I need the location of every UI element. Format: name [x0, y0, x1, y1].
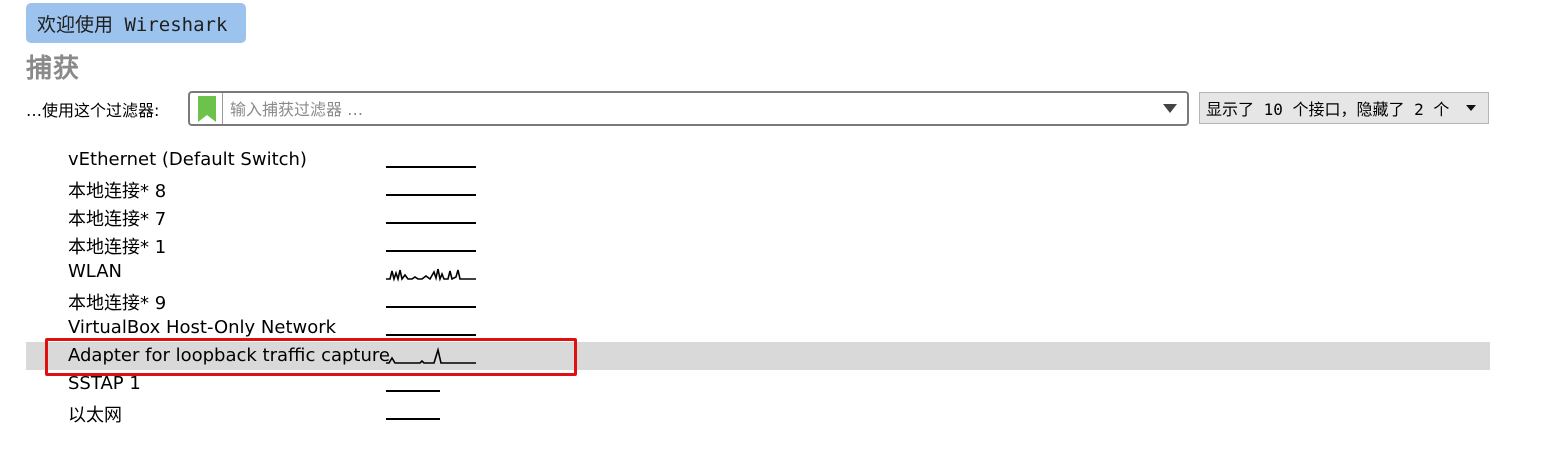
welcome-banner: 欢迎使用 Wireshark: [26, 3, 246, 43]
interface-name: SSTAP 1: [68, 373, 141, 394]
interface-row[interactable]: 本地连接* 1: [26, 230, 1490, 258]
traffic-sparkline: [386, 418, 440, 420]
traffic-sparkline: [386, 346, 476, 364]
capture-filter-box[interactable]: [188, 91, 1189, 126]
interface-visibility-label: 显示了 10 个接口，隐藏了 2 个: [1206, 100, 1450, 119]
interface-name: 本地连接* 9: [68, 293, 167, 314]
interface-name: 本地连接* 1: [68, 237, 167, 258]
chevron-down-icon[interactable]: [1163, 104, 1177, 113]
interface-row[interactable]: 本地连接* 7: [26, 202, 1490, 230]
traffic-sparkline: [386, 334, 476, 336]
interface-row[interactable]: 以太网: [26, 398, 1490, 426]
interface-name: 以太网: [68, 405, 122, 426]
filter-separator: [222, 93, 223, 124]
traffic-sparkline: [386, 268, 476, 282]
traffic-sparkline: [386, 194, 476, 196]
interface-row[interactable]: 本地连接* 8: [26, 174, 1490, 202]
caret-down-icon: [1466, 105, 1476, 111]
interface-name: Adapter for loopback traffic capture: [68, 345, 390, 366]
interface-name: vEthernet (Default Switch): [68, 149, 307, 170]
interface-row[interactable]: VirtualBox Host-Only Network: [26, 314, 1490, 342]
traffic-sparkline: [386, 222, 476, 224]
interface-row[interactable]: 本地连接* 9: [26, 286, 1490, 314]
interface-name: 本地连接* 7: [68, 209, 167, 230]
interface-row[interactable]: WLAN: [26, 258, 1490, 286]
traffic-sparkline: [386, 166, 476, 168]
traffic-sparkline: [386, 250, 476, 252]
traffic-sparkline: [386, 390, 440, 392]
interface-visibility-dropdown[interactable]: 显示了 10 个接口，隐藏了 2 个: [1199, 92, 1489, 124]
interface-row-selected[interactable]: Adapter for loopback traffic capture: [26, 342, 1490, 370]
interface-row[interactable]: SSTAP 1: [26, 370, 1490, 398]
capture-heading: 捕获: [26, 54, 81, 84]
interface-row[interactable]: vEthernet (Default Switch): [26, 146, 1490, 174]
interface-list: vEthernet (Default Switch) 本地连接* 8 本地连接*…: [26, 146, 1490, 426]
bookmark-icon[interactable]: [198, 96, 216, 122]
filter-label: …使用这个过滤器:: [26, 101, 160, 120]
interface-name: WLAN: [68, 261, 123, 282]
capture-filter-input[interactable]: [230, 97, 1150, 121]
interface-name: 本地连接* 8: [68, 181, 167, 202]
interface-name: VirtualBox Host-Only Network: [68, 317, 337, 338]
traffic-sparkline: [386, 306, 476, 308]
